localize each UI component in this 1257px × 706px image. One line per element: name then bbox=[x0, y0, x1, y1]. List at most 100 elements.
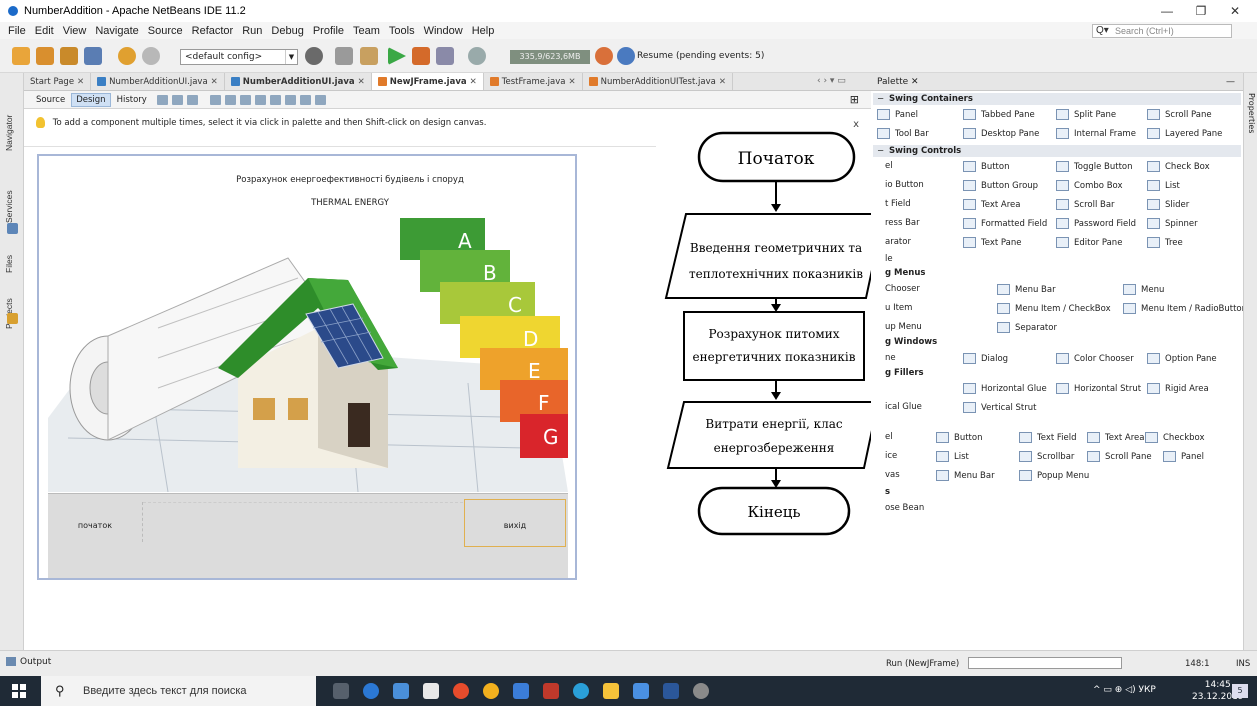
chrome-icon[interactable] bbox=[483, 683, 499, 699]
redo-icon[interactable] bbox=[142, 47, 160, 65]
search-input[interactable]: Q▾ Search (Ctrl+I) bbox=[1092, 24, 1232, 38]
edge-icon[interactable] bbox=[363, 683, 379, 699]
step-icon[interactable] bbox=[468, 47, 486, 65]
store-icon[interactable] bbox=[393, 683, 409, 699]
connection-mode-icon[interactable] bbox=[171, 94, 183, 105]
palette-item-awt-scroll-pane[interactable]: Scroll Pane bbox=[1087, 451, 1152, 462]
save-all-icon[interactable] bbox=[84, 47, 102, 65]
menu-help[interactable]: Help bbox=[472, 25, 495, 37]
palette-item-frame[interactable]: ne bbox=[885, 353, 896, 363]
palette-item-scroll-bar[interactable]: Scroll Bar bbox=[1056, 199, 1115, 210]
section-swing-menus[interactable]: g Menus bbox=[885, 268, 925, 278]
close-palette-icon[interactable]: ✕ bbox=[911, 77, 919, 87]
palette-item-popup-menu[interactable]: up Menu bbox=[885, 322, 922, 332]
close-button[interactable]: ✕ bbox=[1218, 0, 1252, 22]
telegram-icon[interactable] bbox=[573, 683, 589, 699]
netbeans-taskbar-icon[interactable] bbox=[603, 683, 619, 699]
palette-item-awt-menu-bar[interactable]: Menu Bar bbox=[936, 470, 995, 481]
form-title-label[interactable]: Розрахунок енергоефективності будівель і… bbox=[220, 175, 480, 185]
globe-icon[interactable] bbox=[305, 47, 323, 65]
palette-item-slider[interactable]: Slider bbox=[1147, 199, 1189, 210]
menu-profile[interactable]: Profile bbox=[313, 25, 344, 37]
palette-item-tree[interactable]: Tree bbox=[1147, 237, 1183, 248]
section-swing-fillers[interactable]: g Fillers bbox=[885, 368, 924, 378]
preview-design-icon[interactable] bbox=[186, 94, 198, 105]
palette-item-awt-canvas[interactable]: vas bbox=[885, 470, 900, 480]
palette-item-awt-scrollbar[interactable]: Scrollbar bbox=[1019, 451, 1074, 462]
tab-testframe[interactable]: TestFrame.java ✕ bbox=[484, 73, 583, 90]
menu-refactor[interactable]: Refactor bbox=[192, 25, 234, 37]
close-icon[interactable]: ✕ bbox=[470, 74, 477, 90]
expand-icon[interactable]: ⊞ bbox=[850, 93, 859, 106]
palette-item-awt-button[interactable]: Button bbox=[936, 432, 982, 443]
taskbar-search-input[interactable]: ⚲ Введите здесь текст для поиска bbox=[41, 676, 316, 706]
palette-item-spinner[interactable]: Spinner bbox=[1147, 218, 1198, 229]
opera-icon[interactable] bbox=[453, 683, 469, 699]
palette-item-separator-menu[interactable]: Separator bbox=[997, 322, 1057, 333]
palette-item-button-group[interactable]: Button Group bbox=[963, 180, 1038, 191]
palette-item-button[interactable]: Button bbox=[963, 161, 1009, 172]
selection-mode-icon[interactable] bbox=[156, 94, 168, 105]
palette-item-awt-label[interactable]: el bbox=[885, 432, 893, 442]
mail-icon[interactable] bbox=[423, 683, 439, 699]
minimize-button[interactable]: — bbox=[1150, 0, 1184, 22]
palette-item-awt-choice[interactable]: ice bbox=[885, 451, 897, 461]
palette-item-list[interactable]: List bbox=[1147, 180, 1180, 191]
new-project-icon[interactable] bbox=[36, 47, 54, 65]
close-icon[interactable]: ✕ bbox=[358, 74, 365, 90]
section-swing-containers[interactable]: − Swing Containers bbox=[873, 93, 1241, 105]
palette-item-menu[interactable]: Menu bbox=[1123, 284, 1164, 295]
palette-item-desktop-pane[interactable]: Desktop Pane bbox=[963, 128, 1039, 139]
palette-item-option-pane[interactable]: Option Pane bbox=[1147, 353, 1217, 364]
close-icon[interactable]: ✕ bbox=[568, 74, 575, 90]
center-vertically-icon[interactable] bbox=[284, 94, 296, 105]
menu-window[interactable]: Window bbox=[424, 25, 463, 37]
menu-navigate[interactable]: Navigate bbox=[95, 25, 138, 37]
tab-numberadditionuitest[interactable]: NumberAdditionUITest.java ✕ bbox=[583, 73, 733, 90]
notifications-icon[interactable]: 5 bbox=[1232, 684, 1248, 698]
file-explorer-icon[interactable] bbox=[513, 683, 529, 699]
palette-item-password-field[interactable]: Password Field bbox=[1056, 218, 1136, 229]
palette-item-tool-bar[interactable]: Tool Bar bbox=[877, 128, 929, 139]
gc-icon[interactable] bbox=[595, 47, 613, 65]
palette-item-progress-bar[interactable]: ress Bar bbox=[885, 218, 920, 228]
debug-icon[interactable] bbox=[412, 47, 430, 65]
palette-item-editor-pane[interactable]: Editor Pane bbox=[1056, 237, 1122, 248]
palette-item-rigid-area[interactable]: Rigid Area bbox=[1147, 383, 1209, 394]
palette-item-split-pane[interactable]: Split Pane bbox=[1056, 109, 1116, 120]
palette-item-vertical-glue[interactable]: ical Glue bbox=[885, 402, 922, 412]
palette-item-radio-button[interactable]: io Button bbox=[885, 180, 924, 190]
center-horizontally-icon[interactable] bbox=[239, 94, 251, 105]
task-view-icon[interactable] bbox=[333, 683, 349, 699]
new-file-icon[interactable] bbox=[12, 47, 30, 65]
paint-icon[interactable] bbox=[693, 683, 709, 699]
palette-item-awt-panel[interactable]: Panel bbox=[1163, 451, 1204, 462]
tab-numberadditionui-2[interactable]: NumberAdditionUI.java ✕ bbox=[225, 73, 372, 90]
palette-item-layered-pane[interactable]: Layered Pane bbox=[1147, 128, 1222, 139]
tab-newjframe[interactable]: NewJFrame.java ✕ bbox=[371, 73, 484, 90]
history-view-button[interactable]: History bbox=[113, 94, 151, 106]
word-icon[interactable] bbox=[663, 683, 679, 699]
palette-item-file-chooser[interactable]: Chooser bbox=[885, 284, 920, 294]
palette-item-scroll-pane[interactable]: Scroll Pane bbox=[1147, 109, 1212, 120]
clean-build-icon[interactable] bbox=[360, 47, 378, 65]
align-top-icon[interactable] bbox=[254, 94, 266, 105]
resize-horizontal-icon[interactable] bbox=[299, 94, 311, 105]
menu-run[interactable]: Run bbox=[242, 25, 262, 37]
palette-item-horizontal-strut[interactable]: Horizontal Strut bbox=[1056, 383, 1141, 394]
tab-scroll-controls[interactable]: ‹ › ▾ ▭ bbox=[817, 76, 846, 86]
menu-debug[interactable]: Debug bbox=[271, 25, 303, 37]
palette-item-separator[interactable]: arator bbox=[885, 237, 911, 247]
resume-icon[interactable] bbox=[617, 47, 635, 65]
palette-item-menu-item[interactable]: u Item bbox=[885, 303, 912, 313]
palette-item-horizontal-glue[interactable]: Horizontal Glue bbox=[963, 383, 1047, 394]
resume-label[interactable]: Resume (pending events: 5) bbox=[637, 51, 764, 61]
menu-team[interactable]: Team bbox=[353, 25, 380, 37]
photos-icon[interactable] bbox=[633, 683, 649, 699]
palette-item-check-box[interactable]: Check Box bbox=[1147, 161, 1210, 172]
windows-start-icon[interactable] bbox=[12, 684, 26, 698]
palette-item-dialog[interactable]: Dialog bbox=[963, 353, 1008, 364]
close-icon[interactable]: ✕ bbox=[77, 74, 84, 90]
palette-item-menu-item-checkbox[interactable]: Menu Item / CheckBox bbox=[997, 303, 1111, 314]
palette-item-text-pane[interactable]: Text Pane bbox=[963, 237, 1021, 248]
